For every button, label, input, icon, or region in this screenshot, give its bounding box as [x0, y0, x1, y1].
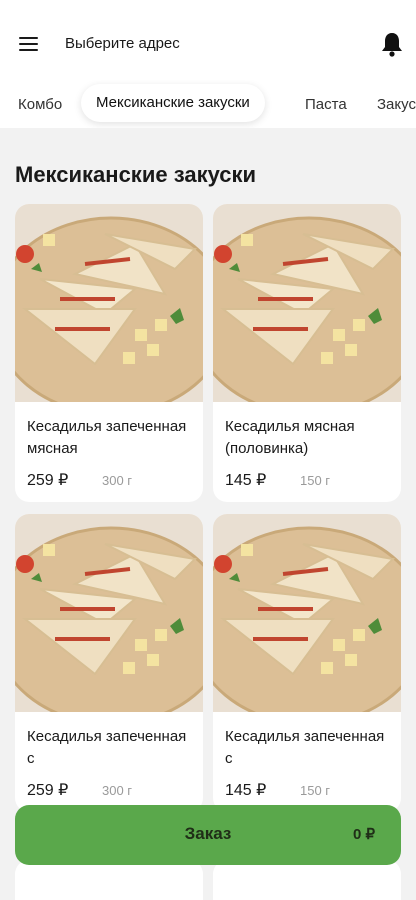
- hamburger-menu-icon[interactable]: [19, 37, 38, 51]
- tab-pasta[interactable]: Паста: [305, 92, 347, 118]
- product-weight: 150 г: [300, 473, 331, 488]
- product-name: Кесадилья запеченная с: [225, 728, 385, 767]
- product-image: [213, 514, 401, 712]
- product-card[interactable]: [213, 860, 401, 900]
- product-price: 145 ₽: [225, 472, 267, 489]
- product-image: [15, 204, 203, 402]
- order-button[interactable]: Заказ 0 ₽: [15, 805, 401, 865]
- product-card[interactable]: Кесадилья запеченная с 259 ₽ 300 г: [15, 514, 203, 812]
- product-weight: 300 г: [102, 783, 133, 798]
- product-name: Кесадилья запеченная мясная: [27, 418, 187, 457]
- product-weight: 150 г: [300, 783, 331, 798]
- product-price: 259 ₽: [27, 782, 69, 799]
- product-price: 259 ₽: [27, 472, 69, 489]
- product-name: Кесадилья запеченная с: [27, 728, 187, 767]
- product-card[interactable]: Кесадилья запеченная мясная 259 ₽ 300 г: [15, 204, 203, 502]
- category-tabs: Комбо Мексиканские закуски Паста Закуски: [0, 80, 416, 128]
- app-header: Выберите адрес: [0, 0, 416, 88]
- product-card[interactable]: Кесадилья мясная (половинка) 145 ₽ 150 г: [213, 204, 401, 502]
- bell-icon[interactable]: [380, 31, 404, 57]
- product-price: 145 ₽: [225, 782, 267, 799]
- product-image: [213, 860, 401, 900]
- product-image: [15, 514, 203, 712]
- tab-mexican-snacks[interactable]: Мексиканские закуски: [81, 84, 265, 122]
- product-weight: 300 г: [102, 473, 133, 488]
- address-selector[interactable]: Выберите адрес: [65, 35, 180, 52]
- tab-snacks[interactable]: Закуски: [377, 92, 416, 118]
- order-label: Заказ: [184, 824, 232, 843]
- product-image: [15, 860, 203, 900]
- order-total: 0 ₽: [352, 826, 375, 843]
- tab-combo[interactable]: Комбо: [18, 92, 62, 118]
- product-card[interactable]: [15, 860, 203, 900]
- product-image: [213, 204, 401, 402]
- product-card[interactable]: Кесадилья запеченная с 145 ₽ 150 г: [213, 514, 401, 812]
- product-name: Кесадилья мясная (половинка): [225, 418, 355, 457]
- section-title: Мексиканские закуски: [15, 162, 257, 187]
